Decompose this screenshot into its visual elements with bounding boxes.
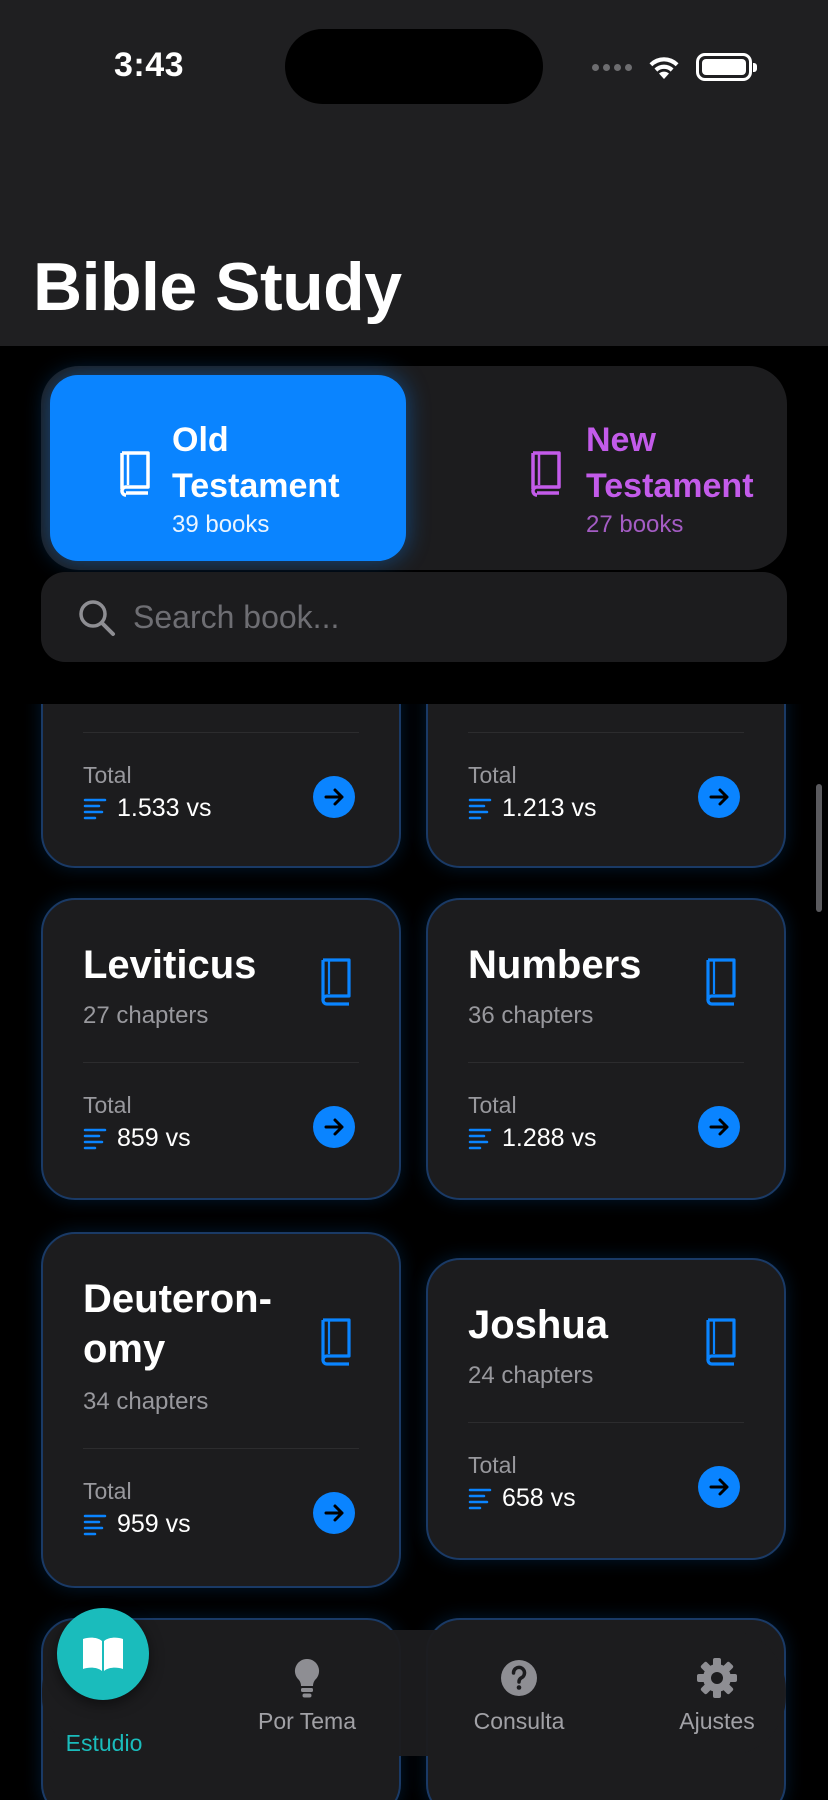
arrow-right-icon — [324, 788, 344, 806]
book-card[interactable]: Total 1.213 vs — [426, 704, 786, 868]
verse-count: 1.288 vs — [468, 1124, 597, 1153]
lightbulb-icon — [294, 1658, 320, 1698]
search-bar — [41, 572, 787, 662]
total-label: Total — [468, 1452, 517, 1478]
new-testament-count: 27 books — [586, 511, 684, 538]
book-name-line2: omy — [83, 1327, 166, 1371]
book-icon — [706, 1318, 736, 1366]
status-time: 3:43 — [114, 46, 185, 84]
text-lines-icon — [83, 1128, 107, 1149]
search-icon — [79, 600, 115, 636]
verse-count-text: 1.213 vs — [502, 794, 597, 822]
question-circle-icon — [501, 1660, 537, 1696]
text-lines-icon — [468, 1128, 492, 1149]
old-testament-title-line2: Testament — [172, 467, 340, 505]
cellular-signal-icon — [592, 63, 632, 71]
total-label: Total — [83, 1092, 132, 1118]
card-divider — [83, 1448, 359, 1449]
book-icon — [120, 451, 150, 497]
tab-label: Ajustes — [679, 1708, 755, 1734]
verse-count: 959 vs — [83, 1510, 191, 1539]
card-divider — [83, 732, 359, 733]
tab-label: Consulta — [473, 1708, 565, 1734]
chapter-count: 34 chapters — [83, 1388, 209, 1415]
text-lines-icon — [83, 1514, 107, 1535]
open-book-button[interactable] — [698, 1466, 740, 1508]
book-name: Numbers — [468, 943, 642, 987]
verse-count: 1.213 vs — [468, 794, 597, 823]
open-book-button[interactable] — [313, 776, 355, 818]
text-lines-icon — [468, 798, 492, 819]
card-divider — [468, 1422, 744, 1423]
tab-bar: Por Tema Consulta Ajustes — [42, 1630, 786, 1756]
verse-count: 658 vs — [468, 1484, 576, 1513]
dynamic-island — [285, 29, 543, 104]
book-card-leviticus[interactable]: Leviticus 27 chapters Total 859 vs — [41, 898, 401, 1200]
arrow-right-icon — [324, 1118, 344, 1136]
book-name: Leviticus — [83, 943, 257, 987]
testament-selector: Old Testament 39 books New Testament 27 … — [41, 366, 787, 570]
total-label: Total — [83, 1478, 132, 1504]
gear-icon — [697, 1658, 737, 1698]
total-label: Total — [468, 762, 517, 788]
header: 3:43 Bible Study — [0, 0, 828, 346]
card-divider — [83, 1062, 359, 1063]
book-card-deuteronomy[interactable]: Deuteron- omy 34 chapters Total 959 vs — [41, 1232, 401, 1588]
search-input[interactable] — [133, 590, 753, 644]
total-label: Total — [83, 762, 132, 788]
verse-count: 1.533 vs — [83, 794, 212, 823]
page-title: Bible Study — [33, 249, 402, 325]
card-divider — [468, 1062, 744, 1063]
arrow-right-icon — [709, 1478, 729, 1496]
book-name-line1: Deuteron- — [83, 1277, 272, 1321]
chapter-count: 27 chapters — [83, 1002, 209, 1029]
new-testament-title-line2: Testament — [586, 467, 754, 505]
book-card-joshua[interactable]: Joshua 24 chapters Total 658 vs — [426, 1258, 786, 1560]
verse-count-text: 658 vs — [502, 1484, 576, 1512]
verse-count-text: 959 vs — [117, 1510, 191, 1538]
verse-count-text: 1.533 vs — [117, 794, 212, 822]
wifi-icon — [649, 57, 679, 79]
verse-count-text: 1.288 vs — [502, 1124, 597, 1152]
text-lines-icon — [468, 1488, 492, 1509]
open-book-button[interactable] — [313, 1492, 355, 1534]
old-testament-title-line1: Old — [172, 421, 229, 459]
book-icon — [706, 958, 736, 1006]
tab-estudio[interactable] — [57, 1608, 149, 1700]
tab-por-tema[interactable]: Por Tema — [242, 1630, 372, 1756]
arrow-right-icon — [709, 1118, 729, 1136]
book-icon — [321, 1318, 351, 1366]
old-testament-count: 39 books — [172, 511, 270, 538]
new-testament-button[interactable]: New Testament 27 books — [423, 375, 779, 561]
scroll-indicator[interactable] — [816, 784, 822, 912]
book-card-numbers[interactable]: Numbers 36 chapters Total 1.288 vs — [426, 898, 786, 1200]
text-lines-icon — [83, 798, 107, 819]
arrow-right-icon — [709, 788, 729, 806]
verse-count-text: 859 vs — [117, 1124, 191, 1152]
tab-label-active: Estudio — [65, 1730, 143, 1756]
book-card[interactable]: Total 1.533 vs — [41, 704, 401, 868]
tab-consulta[interactable]: Consulta — [454, 1630, 584, 1756]
total-label: Total — [468, 1092, 517, 1118]
open-book-button[interactable] — [698, 776, 740, 818]
battery-icon — [696, 53, 757, 81]
chapter-count: 24 chapters — [468, 1362, 594, 1389]
book-icon — [531, 451, 561, 497]
new-testament-title-line1: New — [586, 421, 656, 459]
arrow-right-icon — [324, 1504, 344, 1522]
chapter-count: 36 chapters — [468, 1002, 594, 1029]
status-indicators — [592, 50, 757, 84]
home-indicator — [281, 1780, 547, 1790]
book-name: Joshua — [468, 1303, 609, 1347]
open-book-icon — [83, 1637, 123, 1671]
tab-label: Por Tema — [257, 1708, 356, 1734]
card-divider — [468, 732, 744, 733]
old-testament-button[interactable]: Old Testament 39 books — [50, 375, 406, 561]
verse-count: 859 vs — [83, 1124, 191, 1153]
open-book-button[interactable] — [698, 1106, 740, 1148]
open-book-button[interactable] — [313, 1106, 355, 1148]
book-icon — [321, 958, 351, 1006]
tab-ajustes[interactable]: Ajustes — [652, 1630, 782, 1756]
